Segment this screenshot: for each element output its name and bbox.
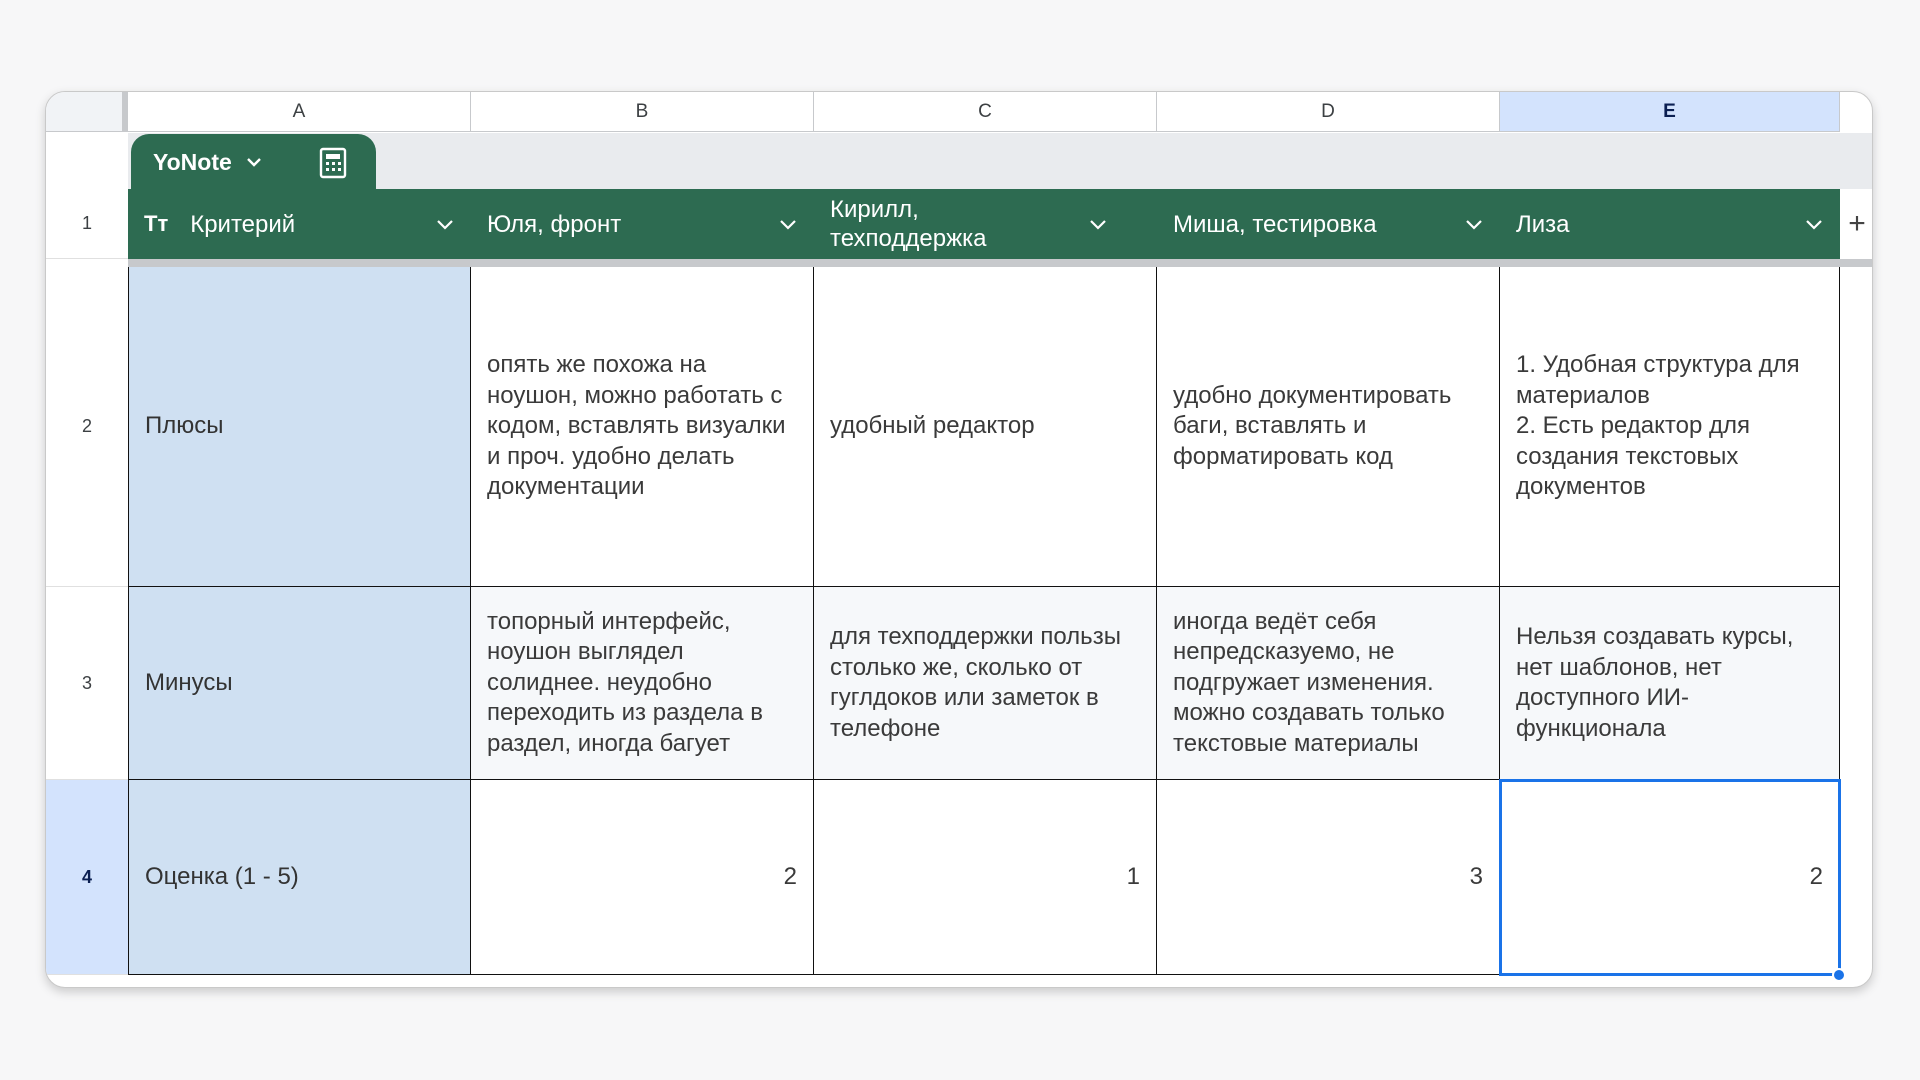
header-cell-criterion[interactable]: Тт Критерий [128,189,471,259]
table-row: Оценка (1 - 5) 2 1 3 2 [128,779,1846,982]
table-cell[interactable]: иногда ведёт себя непредсказуемо, не под… [1157,587,1500,780]
table-cell[interactable]: опять же похожа на ноушон, можно работат… [471,267,814,587]
table-cell[interactable]: удобно документировать баги, вставлять и… [1157,267,1500,587]
header-cell-misha[interactable]: Миша, тестировка [1157,189,1500,259]
table-tab[interactable]: YoNote [131,134,376,190]
chevron-down-icon[interactable] [778,214,798,234]
chevron-down-icon[interactable] [244,152,264,172]
cell-value: 2 [1809,862,1823,890]
table-cell[interactable]: топорный интерфейс, ноушон выглядел соли… [471,587,814,780]
select-all-corner[interactable] [46,92,128,132]
chevron-down-icon[interactable] [1088,214,1108,234]
add-column-button[interactable]: + [1840,189,1872,259]
header-label: Лиза [1516,210,1570,238]
column-header-a[interactable]: A [128,92,471,132]
table-header-row: Тт Критерий Юля, фронт Кирилл, техподдер… [128,189,1840,259]
chevron-down-icon[interactable] [435,214,455,234]
header-cell-yulia[interactable]: Юля, фронт [471,189,814,259]
frozen-row-divider[interactable] [128,259,1872,267]
table-cell[interactable]: удобный редактор [814,267,1157,587]
column-header-b[interactable]: B [471,92,814,132]
table-tab-name: YoNote [153,148,232,175]
fill-handle[interactable] [1832,968,1846,982]
table-cell[interactable]: 1 [814,780,1157,975]
selected-cell[interactable]: 2 [1499,779,1846,982]
text-type-icon: Тт [144,211,169,236]
row-header-4[interactable]: 4 [46,780,128,975]
criterion-cell[interactable]: Оценка (1 - 5) [128,780,471,975]
chevron-down-icon[interactable] [1804,214,1824,234]
criterion-cell[interactable]: Минусы [128,587,471,780]
header-label: Миша, тестировка [1173,210,1377,238]
table-cell[interactable]: 1. Удобная структура для материалов 2. Е… [1500,267,1840,587]
column-header-e[interactable]: E [1500,92,1840,132]
criterion-cell[interactable]: Плюсы [128,267,471,587]
table-cell[interactable]: для техподдержки пользы столько же, скол… [814,587,1157,780]
spreadsheet: A B C D E 1 2 3 4 YoNote Тт Критерий Юля… [45,91,1873,988]
row-header-2[interactable]: 2 [46,267,128,587]
column-header-d[interactable]: D [1157,92,1500,132]
row-header-3[interactable]: 3 [46,587,128,780]
table-row: Плюсы опять же похожа на ноушон, можно р… [128,267,1840,587]
table-row: Минусы топорный интерфейс, ноушон выгляд… [128,587,1840,780]
calculator-icon[interactable] [317,147,349,179]
chevron-down-icon[interactable] [1464,214,1484,234]
header-label: Критерий [190,210,296,238]
header-label: Юля, фронт [487,210,622,238]
table-cell[interactable]: Нельзя создавать курсы, нет шаблонов, не… [1500,587,1840,780]
table-tab-strip [128,133,1872,189]
header-cell-kirill[interactable]: Кирилл, техподдержка [814,189,1157,259]
table-cell[interactable]: 3 [1157,780,1500,975]
column-headers: A B C D E [128,92,1840,132]
column-header-c[interactable]: C [814,92,1157,132]
row-header-1[interactable]: 1 [46,189,128,259]
header-cell-liza[interactable]: Лиза [1500,189,1840,259]
table-cell[interactable]: 2 [471,780,814,975]
header-label: Кирилл, техподдержка [830,196,987,252]
